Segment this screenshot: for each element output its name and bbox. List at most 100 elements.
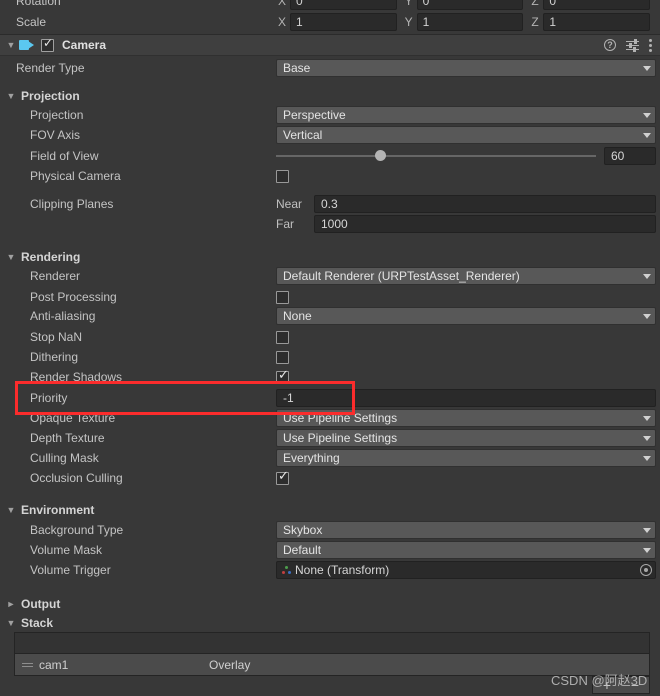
scale-y[interactable]: Y 1	[403, 13, 530, 31]
chevron-down-icon	[643, 65, 651, 71]
anti-aliasing-row: Anti-aliasing None	[0, 306, 660, 326]
preset-icon[interactable]	[626, 39, 639, 52]
stop-nan-checkbox[interactable]	[276, 330, 289, 344]
occlusion-culling-row: Occlusion Culling	[0, 468, 660, 488]
clipping-planes-far-row: Far 1000	[0, 214, 660, 234]
scale-z-axis-label: Z	[531, 15, 539, 29]
renderer-dropdown[interactable]: Default Renderer (URPTestAsset_Renderer)	[276, 267, 656, 285]
scale-x-input[interactable]: 1	[290, 13, 397, 31]
render-type-dropdown[interactable]: Base	[276, 59, 656, 77]
opaque-texture-label: Opaque Texture	[30, 411, 116, 425]
clipping-planes-near-row: Clipping Planes Near 0.3	[0, 194, 660, 214]
rotation-z-input[interactable]: 0	[543, 0, 651, 10]
occlusion-culling-label: Occlusion Culling	[30, 471, 123, 485]
section-output-title: Output	[21, 597, 61, 611]
component-menu-icon[interactable]	[649, 38, 652, 52]
output-foldout-arrow[interactable]: ►	[4, 599, 18, 609]
help-icon[interactable]: ?	[604, 39, 616, 51]
render-shadows-label: Render Shadows	[30, 370, 123, 384]
rotation-x[interactable]: X 0	[276, 0, 403, 10]
transform-scale-label: Scale	[16, 15, 47, 29]
field-of-view-input[interactable]: 60	[604, 147, 656, 165]
anti-aliasing-dropdown[interactable]: None	[276, 307, 656, 325]
physical-camera-checkbox[interactable]	[276, 169, 289, 183]
render-shadows-row: Render Shadows	[0, 367, 660, 387]
camera-enabled-checkbox[interactable]	[41, 37, 54, 52]
section-output-header[interactable]: ► Output	[0, 594, 61, 614]
volume-trigger-object-field[interactable]: None (Transform)	[276, 561, 656, 579]
rotation-x-axis-label: X	[278, 0, 287, 8]
priority-input[interactable]: -1	[276, 389, 656, 407]
section-rendering-title: Rendering	[21, 250, 81, 264]
stack-foldout-arrow[interactable]: ▼	[4, 618, 18, 628]
render-shadows-checkbox[interactable]	[276, 368, 289, 384]
dithering-checkbox[interactable]	[276, 350, 289, 364]
fov-axis-dropdown[interactable]: Vertical	[276, 126, 656, 144]
field-of-view-slider-knob[interactable]	[375, 150, 387, 161]
dithering-label: Dithering	[30, 350, 79, 364]
transform-scale-row: Scale X 1 Y 1 Z 1	[0, 11, 660, 33]
rotation-z[interactable]: Z 0	[529, 0, 656, 10]
rotation-y[interactable]: Y 0	[403, 0, 530, 10]
scale-x[interactable]: X 1	[276, 13, 403, 31]
background-type-label: Background Type	[30, 523, 124, 537]
opaque-texture-dropdown[interactable]: Use Pipeline Settings	[276, 409, 656, 427]
fov-axis-value: Vertical	[283, 128, 323, 142]
occlusion-culling-checkbox[interactable]	[276, 469, 289, 485]
drag-handle-icon[interactable]	[21, 660, 35, 670]
rendering-foldout-arrow[interactable]: ▼	[4, 252, 18, 262]
unity-inspector-panel: Rotation X 0 Y 0 Z 0 Scale X 1 Y 1 Z 1 ▼…	[0, 0, 660, 696]
culling-mask-row: Culling Mask Everything	[0, 448, 660, 468]
camera-foldout-arrow[interactable]: ▼	[4, 40, 18, 50]
clipping-far-input[interactable]: 1000	[314, 215, 656, 233]
section-stack-header[interactable]: ▼ Stack	[0, 613, 54, 633]
volume-mask-value: Default	[283, 543, 322, 557]
post-processing-checkbox[interactable]	[276, 290, 289, 304]
scale-y-input[interactable]: 1	[416, 13, 524, 31]
chevron-down-icon	[643, 313, 651, 319]
section-rendering-header[interactable]: ▼ Rendering	[0, 247, 81, 267]
object-picker-icon[interactable]	[640, 564, 652, 576]
volume-trigger-label: Volume Trigger	[30, 563, 111, 577]
scale-z-input[interactable]: 1	[543, 13, 651, 31]
camera-component-title: Camera	[62, 38, 107, 52]
section-projection-header[interactable]: ▼ Projection	[0, 86, 80, 106]
opaque-texture-value: Use Pipeline Settings	[283, 411, 398, 425]
opaque-texture-row: Opaque Texture Use Pipeline Settings	[0, 408, 660, 428]
section-stack-title: Stack	[21, 616, 54, 630]
background-type-row: Background Type Skybox	[0, 520, 660, 540]
depth-texture-label: Depth Texture	[30, 431, 105, 445]
rotation-y-axis-label: Y	[404, 0, 413, 8]
chevron-down-icon	[643, 112, 651, 118]
section-environment-title: Environment	[21, 503, 95, 517]
environment-foldout-arrow[interactable]: ▼	[4, 505, 18, 515]
projection-label: Projection	[30, 108, 84, 122]
field-of-view-slider[interactable]	[276, 150, 596, 161]
chevron-down-icon	[643, 435, 651, 441]
background-type-dropdown[interactable]: Skybox	[276, 521, 656, 539]
rotation-x-input[interactable]: 0	[290, 0, 397, 10]
chevron-down-icon	[643, 273, 651, 279]
renderer-value: Default Renderer (URPTestAsset_Renderer)	[283, 269, 520, 283]
transform-icon	[281, 564, 293, 576]
projection-value: Perspective	[283, 108, 346, 122]
culling-mask-dropdown[interactable]: Everything	[276, 449, 656, 467]
projection-dropdown[interactable]: Perspective	[276, 106, 656, 124]
anti-aliasing-label: Anti-aliasing	[30, 309, 96, 323]
projection-foldout-arrow[interactable]: ▼	[4, 91, 18, 101]
volume-mask-dropdown[interactable]: Default	[276, 541, 656, 559]
depth-texture-dropdown[interactable]: Use Pipeline Settings	[276, 429, 656, 447]
camera-component-header[interactable]: ▼ Camera ?	[0, 34, 660, 56]
renderer-row: Renderer Default Renderer (URPTestAsset_…	[0, 266, 660, 286]
render-type-row: Render Type Base	[0, 58, 660, 78]
scale-z[interactable]: Z 1	[529, 13, 656, 31]
render-type-label: Render Type	[16, 61, 85, 75]
section-environment-header[interactable]: ▼ Environment	[0, 500, 95, 520]
volume-mask-label: Volume Mask	[30, 543, 103, 557]
background-type-value: Skybox	[283, 523, 323, 537]
volume-mask-row: Volume Mask Default	[0, 540, 660, 560]
rotation-y-input[interactable]: 0	[416, 0, 524, 10]
chevron-down-icon	[643, 415, 651, 421]
clipping-far-label: Far	[276, 217, 294, 231]
clipping-near-input[interactable]: 0.3	[314, 195, 656, 213]
